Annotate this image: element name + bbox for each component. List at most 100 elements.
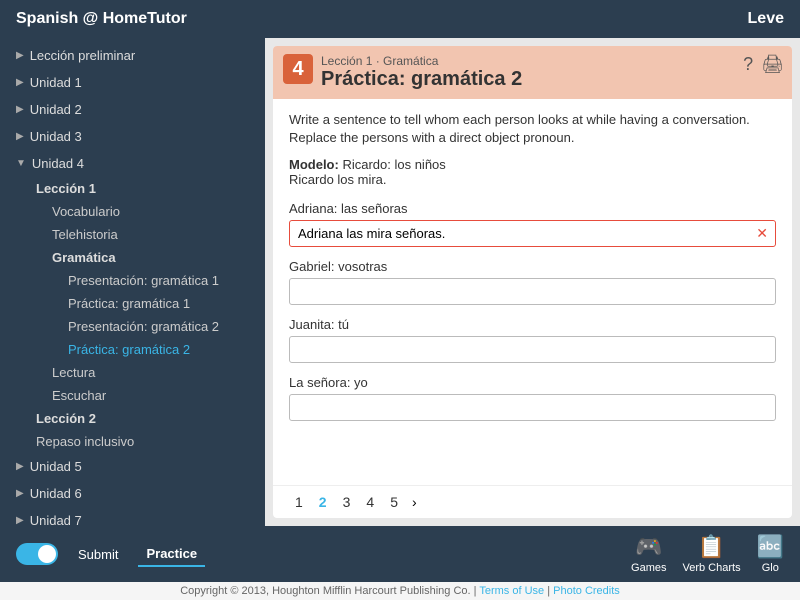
page-3[interactable]: 3 [337, 492, 357, 512]
question-label-q3: Juanita: tú [289, 317, 776, 332]
answer-input-wrapper-q1: ✕ [289, 220, 776, 247]
panel-header: 4 Lección 1 · Gramática Práctica: gramát… [273, 46, 792, 99]
sidebar-item-repaso-inclusivo[interactable]: Repaso inclusivo [28, 430, 265, 453]
sidebar-item-unidad-2[interactable]: Unidad 2 [0, 96, 265, 123]
question-block-q2: Gabriel: vosotras [289, 259, 776, 305]
games-icon: 🎮 [635, 534, 662, 560]
question-block-q3: Juanita: tú [289, 317, 776, 363]
panel-subtitle: Lección 1 · Gramática [321, 54, 438, 68]
arrow-icon [16, 515, 24, 526]
page-2[interactable]: 2 [313, 492, 333, 512]
question-block-q4: La señora: yo [289, 375, 776, 421]
sidebar-item-unidad-7[interactable]: Unidad 7 [0, 507, 265, 526]
unidad-4-sub: Lección 1 Vocabulario Telehistoria Gramá… [0, 177, 265, 453]
verb-charts-tool[interactable]: 📋 Verb Charts [683, 534, 741, 574]
bottom-right: 🎮 Games 📋 Verb Charts 🔤 Glo [631, 534, 784, 574]
sidebar-item-gramatica[interactable]: Gramática [44, 246, 265, 269]
sidebar-item-unidad-4[interactable]: Unidad 4 [0, 150, 265, 177]
footer: Copyright © 2013, Houghton Mifflin Harco… [0, 582, 800, 600]
sidebar-item-label: Unidad 2 [30, 102, 82, 117]
sidebar-item-unidad-5[interactable]: Unidad 5 [0, 453, 265, 480]
games-tool[interactable]: 🎮 Games [631, 534, 666, 574]
sidebar-item-label: Unidad 6 [30, 486, 82, 501]
sidebar-item-vocabulario[interactable]: Vocabulario [44, 200, 265, 223]
gramatica-sub: Presentación: gramática 1 Práctica: gram… [44, 269, 265, 361]
question-label-q1: Adriana: las señoras [289, 201, 776, 216]
submit-button[interactable]: Submit [70, 543, 126, 566]
arrow-icon [16, 50, 24, 61]
sidebar: Lección preliminar Unidad 1 Unidad 2 Uni… [0, 38, 265, 526]
pagination-dots: › [412, 494, 417, 510]
sidebar-item-leccion-2[interactable]: Lección 2 [28, 407, 265, 430]
games-label: Games [631, 562, 666, 574]
sidebar-item-escuchar[interactable]: Escuchar [44, 384, 265, 407]
toggle-knob [38, 545, 56, 563]
answer-input-q2[interactable] [289, 278, 776, 305]
panel-icons: ? 🖨 [743, 54, 784, 75]
answer-input-wrapper-q3 [289, 336, 776, 363]
photo-credits-link[interactable]: Photo Credits [553, 585, 620, 597]
arrow-icon [16, 158, 26, 169]
glo-label: Glo [762, 562, 779, 574]
answer-input-q3[interactable] [289, 336, 776, 363]
sidebar-item-unidad-3[interactable]: Unidad 3 [0, 123, 265, 150]
toggle-switch[interactable] [16, 543, 58, 565]
answer-input-wrapper-q2 [289, 278, 776, 305]
modelo-text: Ricardo: los niños [342, 157, 445, 172]
sidebar-item-lectura[interactable]: Lectura [44, 361, 265, 384]
verb-charts-icon: 📋 [698, 534, 725, 560]
panel-title: Práctica: gramática 2 [321, 68, 522, 91]
answer-input-q1[interactable] [289, 220, 776, 247]
modelo-label: Modelo: [289, 157, 339, 172]
question-label-q2: Gabriel: vosotras [289, 259, 776, 274]
answer-input-q4[interactable] [289, 394, 776, 421]
arrow-icon [16, 131, 24, 142]
sidebar-item-label: Unidad 3 [30, 129, 82, 144]
bottom-bar: Submit Practice 🎮 Games 📋 Verb Charts 🔤 … [0, 526, 800, 582]
verb-charts-label: Verb Charts [683, 562, 741, 574]
content-area: 4 Lección 1 · Gramática Práctica: gramát… [265, 38, 800, 526]
help-button[interactable]: ? [743, 54, 753, 75]
copyright-text: Copyright © 2013, Houghton Mifflin Harco… [180, 585, 476, 597]
arrow-icon [16, 461, 24, 472]
answer-input-wrapper-q4 [289, 394, 776, 421]
practice-button[interactable]: Practice [138, 542, 205, 567]
error-icon-q1[interactable]: ✕ [756, 225, 768, 242]
sidebar-item-label: Lección preliminar [30, 48, 136, 63]
terms-link[interactable]: Terms of Use [479, 585, 544, 597]
glo-tool[interactable]: 🔤 Glo [757, 534, 784, 574]
main-layout: Lección preliminar Unidad 1 Unidad 2 Uni… [0, 38, 800, 526]
bottom-left: Submit Practice [16, 542, 205, 567]
pagination: 1 2 3 4 5 › [273, 485, 792, 518]
instruction-text: Write a sentence to tell whom each perso… [289, 111, 776, 147]
question-label-q4: La señora: yo [289, 375, 776, 390]
sidebar-item-label: Unidad 1 [30, 75, 82, 90]
panel-number: 4 [283, 54, 313, 84]
exercise-panel: 4 Lección 1 · Gramática Práctica: gramát… [273, 46, 792, 518]
sidebar-item-practica-gram-1[interactable]: Práctica: gramática 1 [60, 292, 265, 315]
page-4[interactable]: 4 [360, 492, 380, 512]
sidebar-item-leccion-1[interactable]: Lección 1 [28, 177, 265, 200]
sidebar-item-practica-gram-2[interactable]: Práctica: gramática 2 [60, 338, 265, 361]
arrow-icon [16, 104, 24, 115]
panel-body: Write a sentence to tell whom each perso… [273, 99, 792, 485]
sidebar-item-leccion-preliminar[interactable]: Lección preliminar [0, 42, 265, 69]
modelo-answer: Ricardo los mira. [289, 172, 387, 187]
sidebar-item-label: Unidad 7 [30, 513, 82, 526]
sidebar-item-presentacion-gram-2[interactable]: Presentación: gramática 2 [60, 315, 265, 338]
arrow-icon [16, 488, 24, 499]
print-button[interactable]: 🖨 [761, 54, 784, 75]
sidebar-item-unidad-1[interactable]: Unidad 1 [0, 69, 265, 96]
arrow-icon [16, 77, 24, 88]
sidebar-item-presentacion-gram-1[interactable]: Presentación: gramática 1 [60, 269, 265, 292]
page-1[interactable]: 1 [289, 492, 309, 512]
sidebar-item-unidad-6[interactable]: Unidad 6 [0, 480, 265, 507]
page-5[interactable]: 5 [384, 492, 404, 512]
top-bar: Spanish @ HomeTutor Leve [0, 0, 800, 38]
sidebar-item-label: Unidad 4 [32, 156, 84, 171]
sidebar-item-telehistoria[interactable]: Telehistoria [44, 223, 265, 246]
glo-icon: 🔤 [757, 534, 784, 560]
question-block-q1: Adriana: las señoras ✕ [289, 201, 776, 247]
level-label: Leve [748, 10, 784, 28]
app-title: Spanish @ HomeTutor [16, 10, 187, 28]
